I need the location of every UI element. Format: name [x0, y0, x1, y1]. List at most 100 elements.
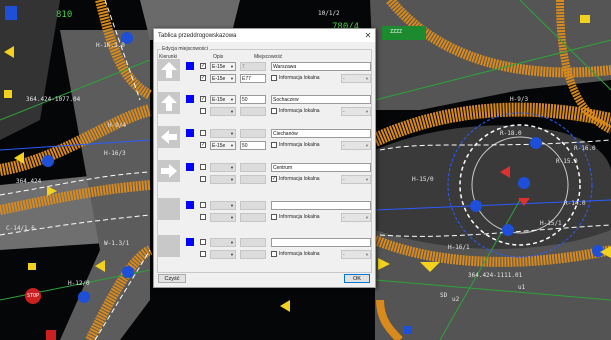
- line-enabled-checkbox[interactable]: [200, 108, 206, 114]
- distance-input[interactable]: [240, 238, 266, 247]
- distance-input[interactable]: [240, 250, 266, 259]
- signpost-dialog: Tablica przeddrogowskazowa ✕ Edycja miej…: [153, 28, 376, 288]
- distance-input[interactable]: [240, 129, 266, 138]
- direction-arrow-button[interactable]: [158, 160, 180, 182]
- chevron-down-icon: ▼: [230, 64, 234, 69]
- chevron-down-icon: ▼: [230, 252, 234, 257]
- local-info-checkbox[interactable]: [271, 75, 277, 81]
- line-enabled-checkbox[interactable]: ✓: [200, 142, 206, 148]
- distance-input[interactable]: 50: [240, 141, 266, 150]
- chevron-down-icon: ▼: [230, 240, 234, 245]
- direction-arrow-button[interactable]: [158, 126, 180, 148]
- chevron-down-icon: ▼: [365, 177, 369, 182]
- distance-input[interactable]: E77: [240, 74, 266, 83]
- route-select[interactable]: ▼: [210, 107, 236, 116]
- place-name-input[interactable]: Centrum: [271, 163, 371, 172]
- line-enabled-checkbox[interactable]: [200, 251, 206, 257]
- local-info-checkbox[interactable]: [271, 214, 277, 220]
- local-info-checkbox[interactable]: [271, 142, 277, 148]
- place-name-input[interactable]: [271, 201, 371, 210]
- chevron-down-icon: ▼: [365, 143, 369, 148]
- cad-label: H-9/3: [510, 96, 529, 103]
- distance-input[interactable]: 50: [240, 95, 266, 104]
- chevron-down-icon: ▼: [230, 165, 234, 170]
- route-select[interactable]: E-15e ▼: [210, 141, 236, 150]
- cad-label: 364.424: [16, 178, 42, 185]
- chevron-down-icon: ▼: [230, 215, 234, 220]
- distance-input[interactable]: 7: [240, 62, 266, 71]
- line-enabled-checkbox[interactable]: ✓: [200, 63, 206, 69]
- local-info-label: Informacja lokalna: [279, 108, 320, 114]
- line-enabled-checkbox[interactable]: ✓: [200, 96, 206, 102]
- local-info-select[interactable]: - ▼: [341, 74, 371, 83]
- route-select[interactable]: E-15e ▼: [210, 62, 236, 71]
- chevron-down-icon: ▼: [230, 97, 234, 102]
- route-select[interactable]: ▼: [210, 250, 236, 259]
- arrow-up-icon: [161, 95, 177, 111]
- direction-arrow-button[interactable]: [158, 59, 180, 81]
- cad-label: H-1K.3.0: [96, 42, 125, 49]
- local-info-checkbox[interactable]: [271, 108, 277, 114]
- direction-arrow-button[interactable]: [158, 235, 180, 257]
- place-name-input[interactable]: Sochaczew: [271, 95, 371, 104]
- line-enabled-checkbox[interactable]: ✓: [200, 75, 206, 81]
- line-enabled-checkbox[interactable]: [200, 202, 206, 208]
- cad-label: H-12/0: [68, 280, 90, 287]
- distance-input[interactable]: [240, 175, 266, 184]
- route-select[interactable]: ▼: [210, 201, 236, 210]
- distance-input[interactable]: [240, 201, 266, 210]
- distance-input[interactable]: [240, 213, 266, 222]
- line-enabled-checkbox[interactable]: [200, 239, 206, 245]
- distance-input[interactable]: [240, 107, 266, 116]
- route-select[interactable]: ▼: [210, 175, 236, 184]
- cad-label: SD: [440, 292, 448, 299]
- local-info-select[interactable]: - ▼: [341, 175, 371, 184]
- direction-row: ▼ Centrum ▼ ✓ Informacja lokalna - ▼: [158, 160, 372, 196]
- chevron-down-icon: ▼: [365, 215, 369, 220]
- color-swatch[interactable]: [186, 238, 194, 246]
- local-info-label: Informacja lokalna: [279, 176, 320, 182]
- place-name-input[interactable]: Ciechanów: [271, 129, 371, 138]
- color-swatch[interactable]: [186, 163, 194, 171]
- local-info-checkbox[interactable]: ✓: [271, 176, 277, 182]
- local-info-label: Informacja lokalna: [279, 214, 320, 220]
- place-name-input[interactable]: Warszawa: [271, 62, 371, 71]
- local-info-select[interactable]: - ▼: [341, 250, 371, 259]
- color-swatch[interactable]: [186, 129, 194, 137]
- route-select[interactable]: E-15e ▼: [210, 95, 236, 104]
- route-select[interactable]: ▼: [210, 238, 236, 247]
- dialog-titlebar[interactable]: Tablica przeddrogowskazowa ✕: [154, 29, 375, 42]
- place-name-input[interactable]: [271, 238, 371, 247]
- local-info-label: Informacja lokalna: [279, 75, 320, 81]
- color-swatch[interactable]: [186, 95, 194, 103]
- direction-arrow-button[interactable]: [158, 92, 180, 114]
- local-info-select[interactable]: - ▼: [341, 213, 371, 222]
- direction-arrow-button[interactable]: [158, 198, 180, 220]
- route-select[interactable]: ▼: [210, 213, 236, 222]
- cad-label: 364.424-1077.04: [26, 96, 81, 103]
- close-icon[interactable]: ✕: [361, 29, 375, 42]
- local-info-select[interactable]: - ▼: [341, 141, 371, 150]
- stop-sign-text: STOP: [27, 293, 40, 299]
- route-select[interactable]: ▼: [210, 129, 236, 138]
- clear-button[interactable]: Czyść: [158, 274, 186, 283]
- arrow-up-icon: [161, 62, 177, 78]
- cad-label: u2: [452, 296, 460, 303]
- color-swatch[interactable]: [186, 62, 194, 70]
- line-enabled-checkbox[interactable]: [200, 176, 206, 182]
- ok-button[interactable]: OK: [344, 274, 370, 283]
- cad-label: u1: [518, 284, 526, 291]
- local-info-select[interactable]: - ▼: [341, 107, 371, 116]
- local-info-checkbox[interactable]: [271, 251, 277, 257]
- distance-input[interactable]: [240, 163, 266, 172]
- chevron-down-icon: ▼: [230, 177, 234, 182]
- line-enabled-checkbox[interactable]: [200, 164, 206, 170]
- direction-row: ▼ ▼ Informacja lokalna - ▼: [158, 235, 372, 271]
- line-enabled-checkbox[interactable]: [200, 130, 206, 136]
- color-swatch[interactable]: [186, 201, 194, 209]
- line-enabled-checkbox[interactable]: [200, 214, 206, 220]
- chevron-down-icon: ▼: [230, 131, 234, 136]
- chevron-down-icon: ▼: [365, 252, 369, 257]
- route-select[interactable]: ▼: [210, 163, 236, 172]
- route-select[interactable]: E-15e ▼: [210, 74, 236, 83]
